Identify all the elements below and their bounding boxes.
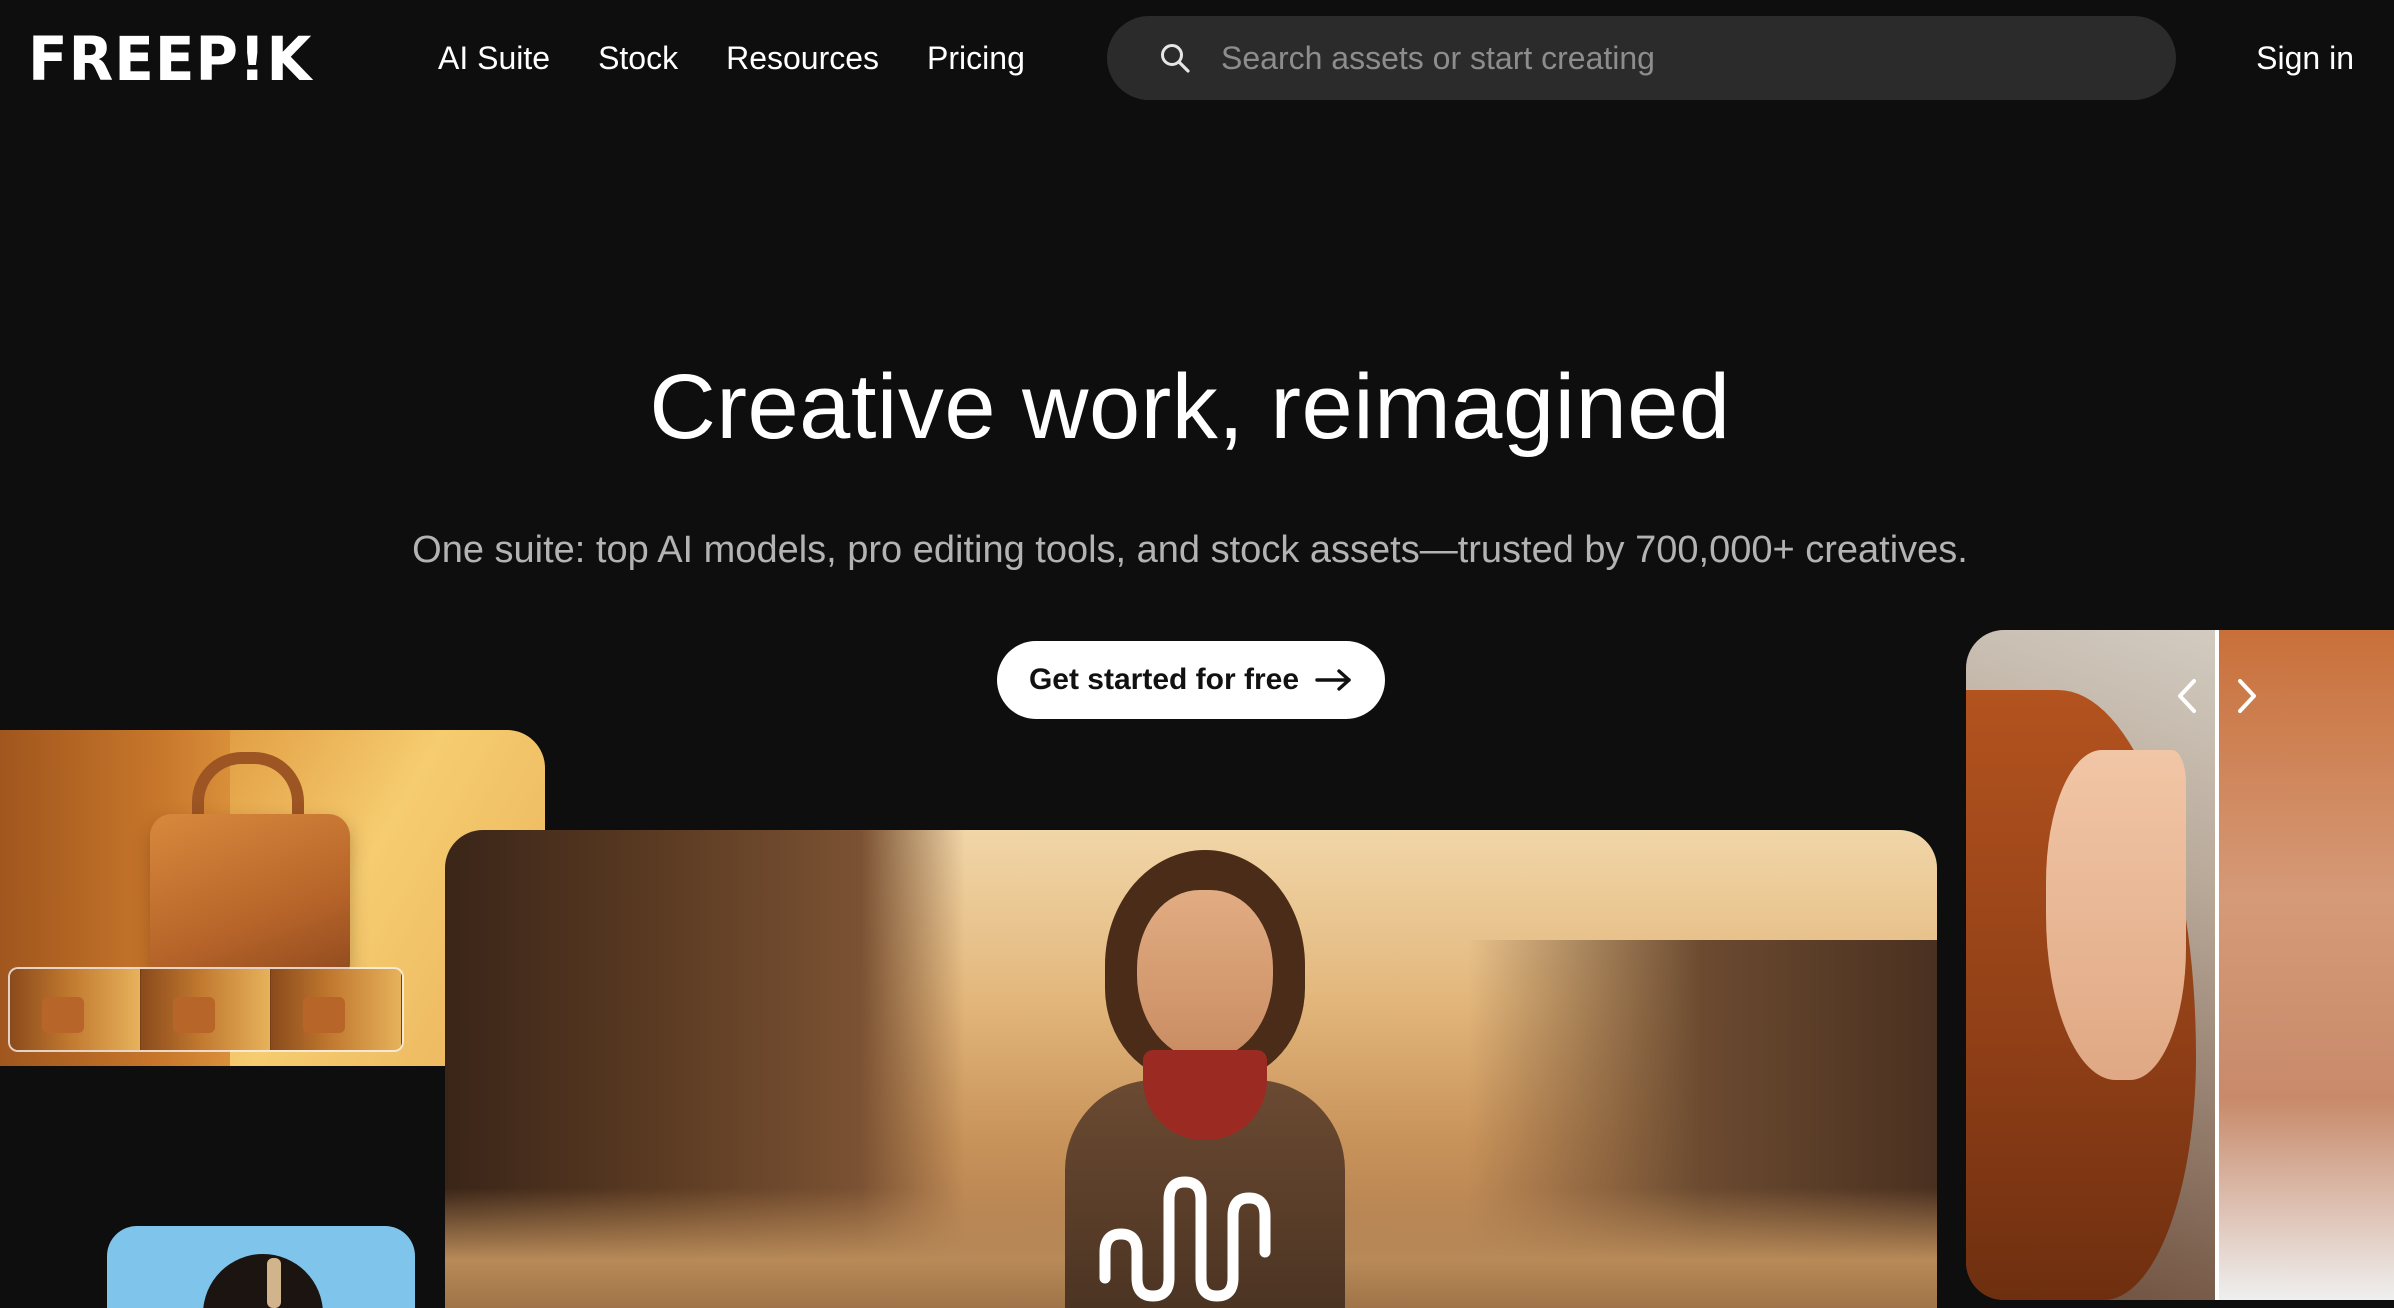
portrait-right-half [2216,630,2394,1300]
hero-subtitle: One suite: top AI models, pro editing to… [412,529,1968,571]
audio-wave-icon [1099,1176,1271,1302]
search-bar[interactable] [1107,16,2176,100]
nav-item-resources[interactable]: Resources [726,34,879,82]
headphones-card[interactable] [107,1226,415,1308]
search-input[interactable] [1219,32,2119,84]
thumbnail-1[interactable] [10,969,141,1050]
leather-bag-image [150,814,350,980]
chevron-left-icon[interactable] [2172,675,2202,717]
arrow-right-icon [1315,669,1351,691]
person-head [203,1254,323,1308]
nav-item-ai-suite[interactable]: AI Suite [438,34,550,82]
thumbnail-strip [8,967,404,1052]
headphone-band [267,1258,281,1308]
get-started-button[interactable]: Get started for free [997,641,1385,719]
freepik-logo[interactable]: FREEP!K [28,28,312,90]
nav-item-stock[interactable]: Stock [598,34,678,82]
woman-face [1137,890,1273,1060]
chevron-right-icon[interactable] [2232,675,2262,717]
search-icon[interactable] [1159,42,1191,74]
thumbnail-2[interactable] [140,969,272,1050]
portrait-compare-card[interactable] [1966,630,2394,1300]
nav-item-pricing[interactable]: Pricing [927,34,1025,82]
main-nav: AI Suite Stock Resources Pricing [438,34,1025,82]
hero-title: Creative work, reimagined [649,356,1731,458]
top-navigation-bar: FREEP!K AI Suite Stock Resources Pricing… [0,0,2394,116]
thumbnail-3[interactable] [271,969,402,1050]
portrait-face-left [2046,750,2186,1080]
get-started-label: Get started for free [1028,663,1300,696]
sign-in-link[interactable]: Sign in [2256,34,2354,82]
compare-slider-handle[interactable] [2215,630,2219,1300]
western-video-card[interactable] [445,830,1937,1308]
